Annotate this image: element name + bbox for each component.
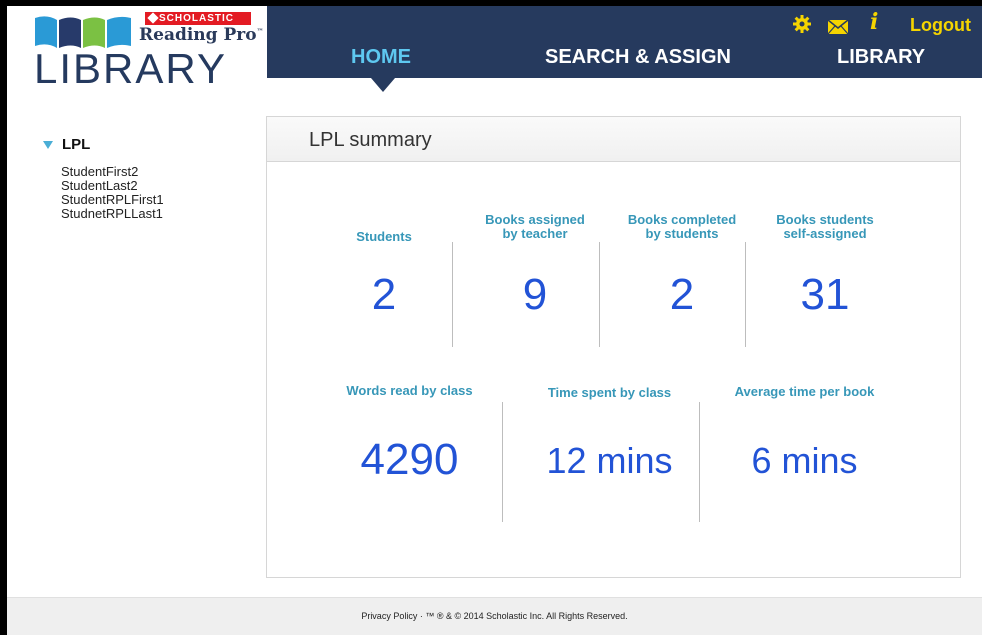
summary-panel: LPL summary Students Books assigned by t…	[266, 116, 961, 578]
product-mark: ™	[256, 26, 264, 36]
sidebar-group-lpl[interactable]: LPL	[37, 136, 257, 153]
brand-logo[interactable]: SCHOLASTIC Reading Pro™ LIBRARY	[7, 6, 267, 94]
gear-icon[interactable]	[792, 14, 812, 34]
stat-value-words-read: 4290	[360, 435, 459, 484]
stat-label-books-completed: Books completed by students	[627, 212, 737, 241]
stat-value-students: 2	[371, 270, 397, 319]
page-footer: Privacy Policy · ™ ® & © 2014 Scholastic…	[7, 597, 982, 635]
stat-label-average-time: Average time per book	[734, 384, 875, 399]
stat-value-books-assigned: 9	[522, 270, 548, 319]
student-item[interactable]: StudentFirst2	[61, 165, 257, 179]
student-item[interactable]: StudentRPLFirst1	[61, 193, 257, 207]
stat-label-time-spent: Time spent by class	[547, 385, 672, 400]
active-nav-pointer	[371, 78, 395, 92]
library-logo-text: LIBRARY	[34, 45, 227, 92]
publisher-badge: SCHOLASTIC	[145, 12, 251, 25]
stat-value-books-completed: 2	[669, 270, 695, 319]
nav-library[interactable]: LIBRARY	[837, 46, 925, 69]
summary-title: LPL summary	[267, 117, 960, 162]
expand-triangle-icon[interactable]	[43, 140, 53, 149]
footer-text[interactable]: Privacy Policy · ™ ® & © 2014 Scholastic…	[361, 611, 627, 621]
stat-divider	[699, 402, 700, 522]
stat-divider	[502, 402, 503, 522]
stat-value-self-assigned: 31	[800, 270, 850, 319]
nav-home[interactable]: HOME	[351, 46, 411, 69]
app-frame: SCHOLASTIC Reading Pro™ LIBRARY i Logout…	[7, 6, 982, 635]
stat-divider	[452, 242, 453, 347]
top-navbar: i Logout HOME SEARCH & ASSIGN LIBRARY	[267, 6, 982, 92]
info-icon[interactable]: i	[870, 9, 878, 35]
student-item[interactable]: StudentLast2	[61, 179, 257, 193]
publisher-heart-icon	[147, 12, 159, 24]
publisher-name: SCHOLASTIC	[159, 13, 234, 24]
stat-label-students: Students	[356, 229, 412, 244]
product-name: Reading Pro™	[139, 25, 264, 45]
stat-label-words-read: Words read by class	[346, 383, 473, 398]
stat-value-time-spent: 12 mins	[546, 440, 673, 481]
stat-label-self-assigned: Books students self-assigned	[776, 212, 874, 241]
logout-link[interactable]: Logout	[910, 15, 971, 36]
nav-search-assign[interactable]: SEARCH & ASSIGN	[545, 46, 731, 69]
sidebar-group-label: LPL	[62, 136, 91, 153]
mail-icon[interactable]	[828, 17, 848, 37]
student-item[interactable]: StudnetRPLLast1	[61, 207, 257, 221]
stat-divider	[599, 242, 600, 347]
stat-value-average-time: 6 mins	[751, 440, 858, 481]
stat-divider	[745, 242, 746, 347]
stat-label-books-assigned: Books assigned by teacher	[485, 212, 585, 241]
books-logo-icon	[35, 16, 131, 48]
student-list: StudentFirst2 StudentLast2 StudentRPLFir…	[61, 165, 257, 221]
class-sidebar: LPL StudentFirst2 StudentLast2 StudentRP…	[37, 136, 257, 221]
